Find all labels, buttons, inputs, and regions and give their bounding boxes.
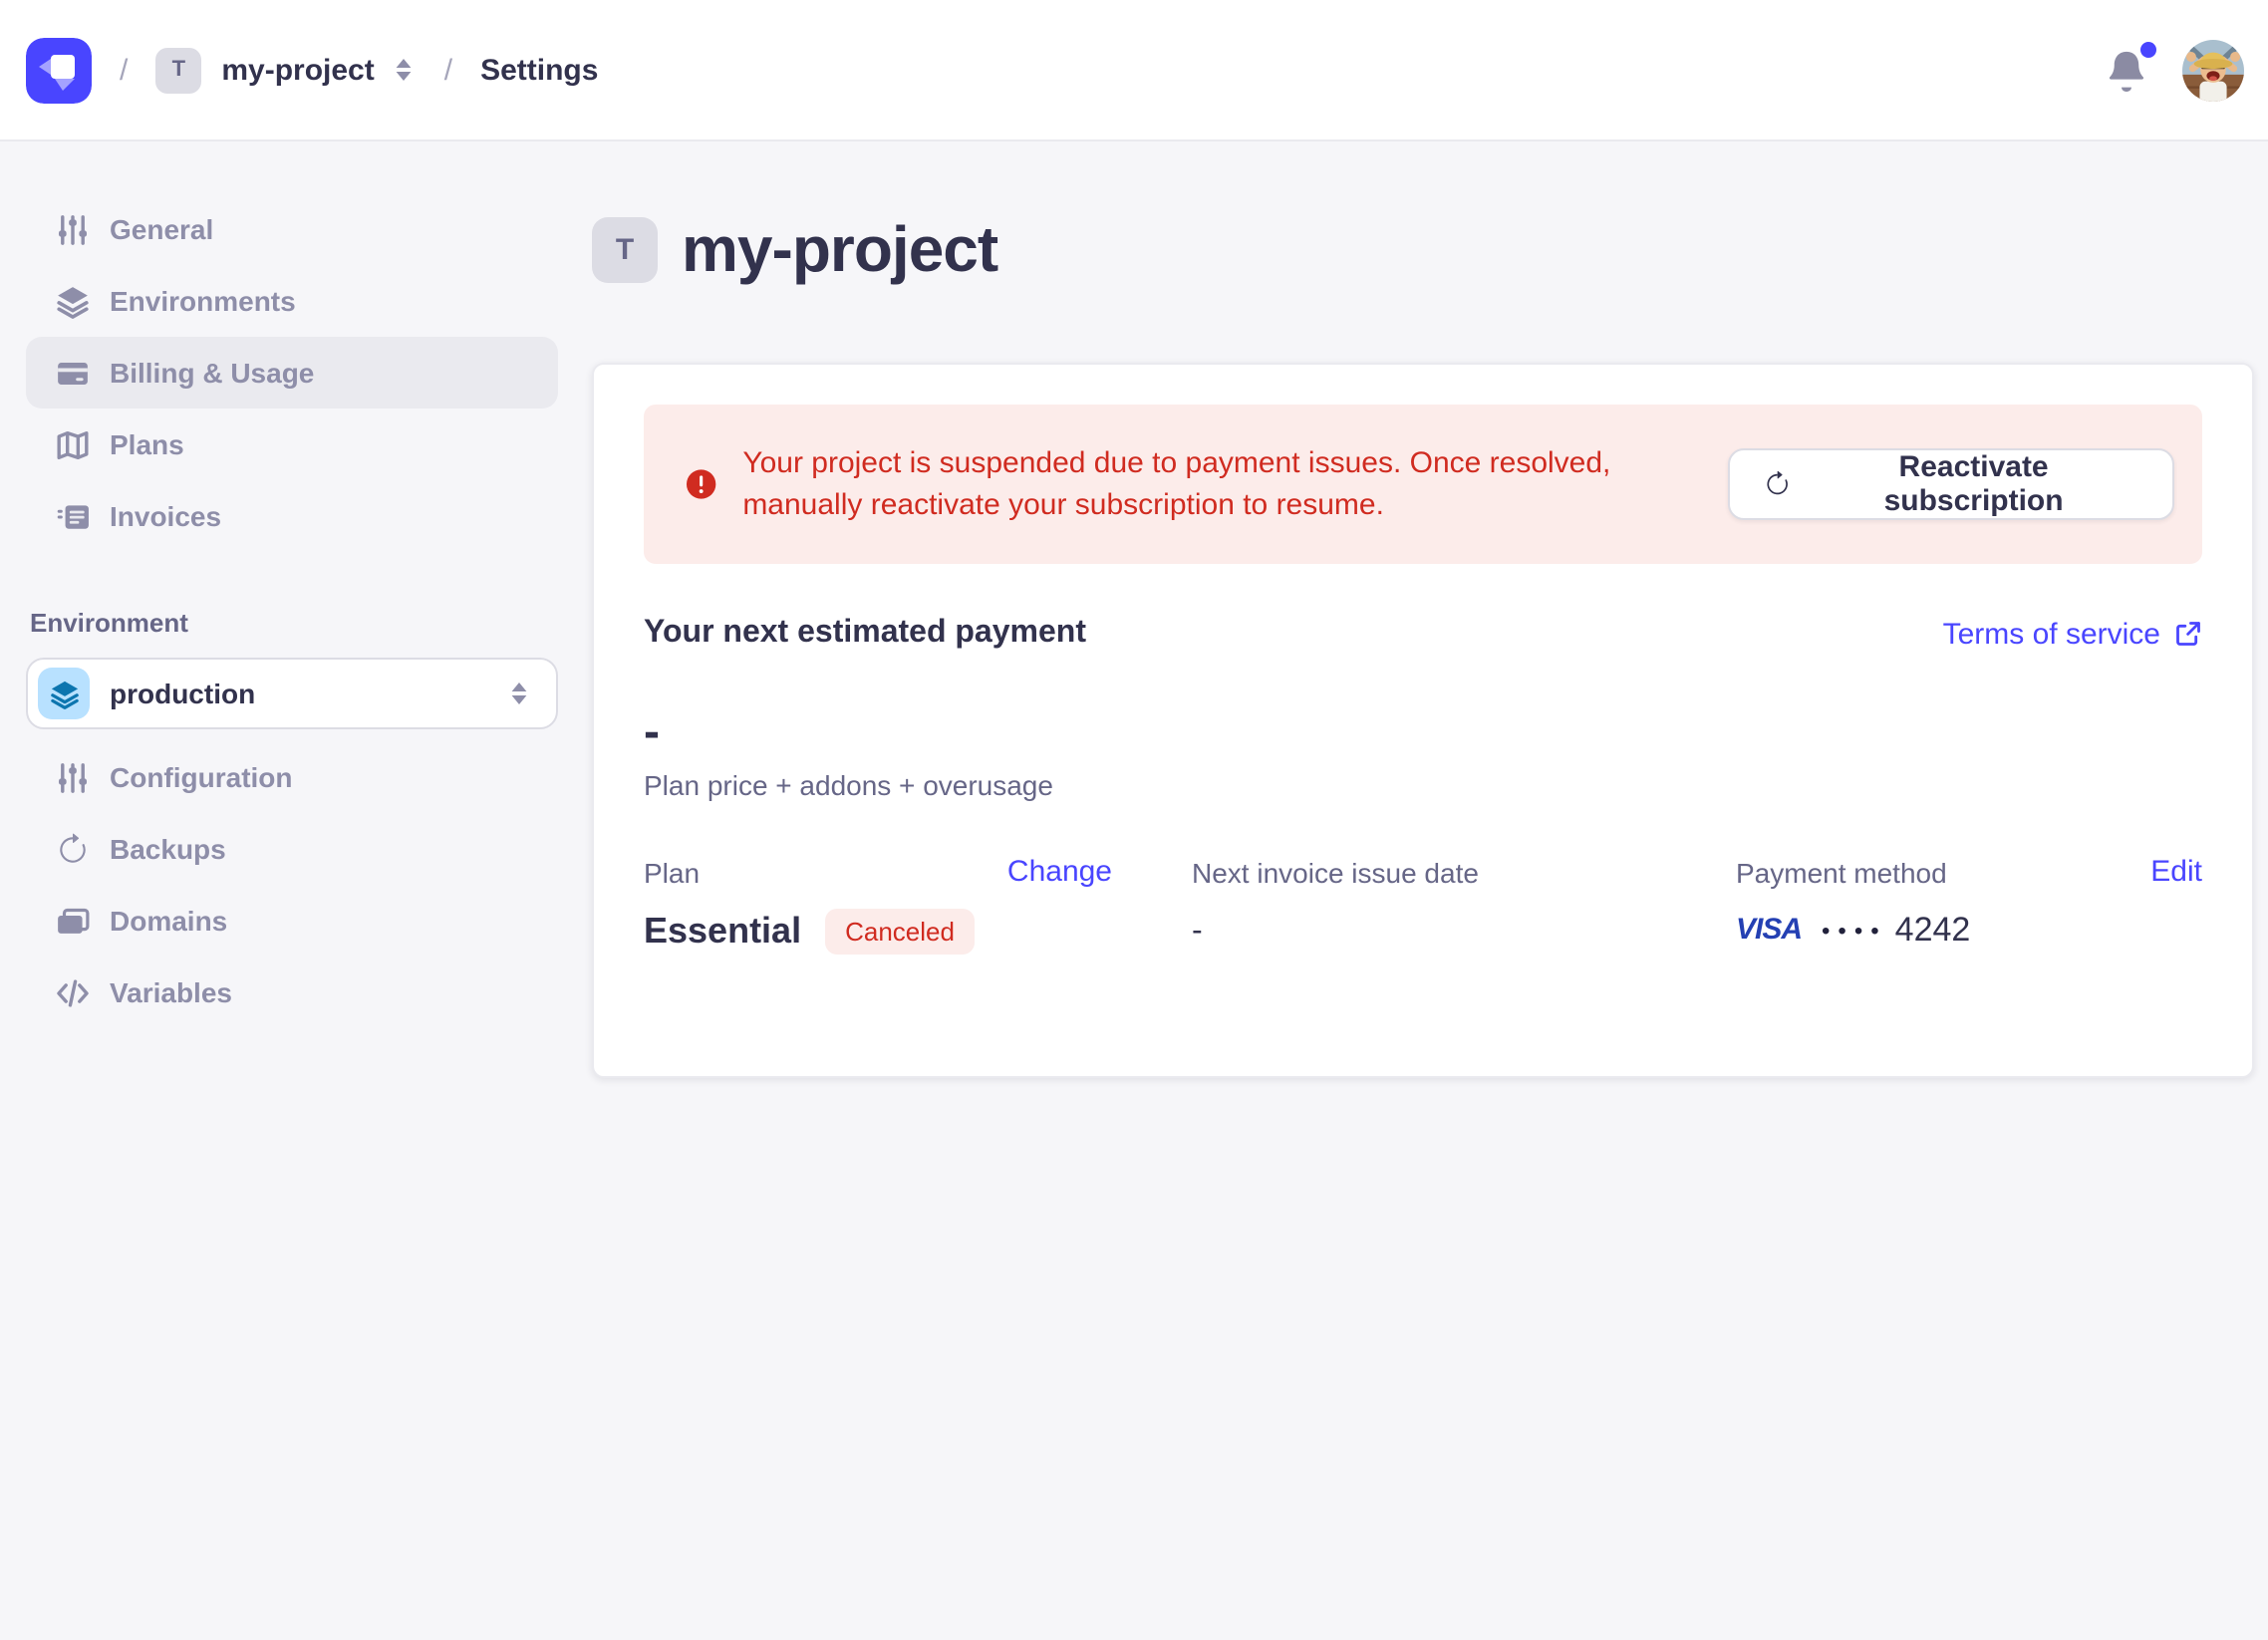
billing-card: Your project is suspended due to payment…	[592, 363, 2254, 1078]
sidebar-item-label: Domains	[110, 905, 227, 937]
environment-icon-badge	[38, 668, 90, 719]
strapi-cloud-logo[interactable]	[26, 37, 92, 103]
settings-sidebar: General Environments Billing & Usage	[0, 141, 584, 1640]
layers-icon	[49, 679, 79, 708]
refresh-icon	[56, 832, 90, 866]
plan-label: Plan	[644, 855, 700, 891]
sidebar-item-configuration[interactable]: Configuration	[26, 741, 558, 813]
sidebar-item-label: Backups	[110, 833, 226, 865]
sort-arrows-icon	[391, 56, 417, 84]
sidebar-item-backups[interactable]: Backups	[26, 813, 558, 885]
payment-method-column: Payment method Edit VISA •••• 4242	[1736, 855, 2202, 955]
topbar-actions	[2105, 39, 2244, 101]
notifications-button[interactable]	[2105, 48, 2148, 92]
terms-link-label: Terms of service	[1943, 617, 2160, 651]
folder-icon	[56, 904, 90, 938]
alert-message: Your project is suspended due to payment…	[742, 442, 1727, 526]
terms-of-service-link[interactable]: Terms of service	[1943, 617, 2202, 651]
main-content: T my-project Your project is suspended d…	[584, 141, 2268, 1640]
breadcrumb-separator: /	[444, 53, 452, 87]
plan-name: Essential	[644, 907, 801, 955]
user-avatar[interactable]	[2182, 39, 2244, 101]
plan-status-badge: Canceled	[825, 908, 975, 954]
suspension-alert: Your project is suspended due to payment…	[644, 405, 2202, 564]
invoice-date-value: -	[1192, 911, 1590, 955]
payment-heading-row: Your next estimated payment Terms of ser…	[644, 616, 2202, 652]
page-body: General Environments Billing & Usage	[0, 141, 2268, 1640]
sidebar-item-environments[interactable]: Environments	[26, 265, 558, 337]
payment-method-label: Payment method	[1736, 855, 1947, 891]
project-header: T my-project	[592, 213, 2254, 287]
avatar-image	[2182, 39, 2244, 101]
map-icon	[56, 427, 90, 461]
breadcrumb-project-name: my-project	[221, 53, 374, 87]
sidebar-item-billing-usage[interactable]: Billing & Usage	[26, 337, 558, 409]
plan-column: Plan Change Essential Canceled	[644, 855, 1112, 955]
edit-payment-link[interactable]: Edit	[2150, 855, 2202, 891]
sidebar-item-plans[interactable]: Plans	[26, 409, 558, 480]
sidebar-item-general[interactable]: General	[26, 193, 558, 265]
amount-formula: Plan price + addons + overusage	[644, 767, 2202, 803]
sidebar-item-label: Invoices	[110, 500, 221, 532]
environment-section-label: Environment	[30, 608, 558, 638]
breadcrumb-settings[interactable]: Settings	[480, 53, 598, 87]
change-plan-link[interactable]: Change	[1007, 855, 1112, 891]
layers-icon	[56, 284, 90, 318]
project-initial-badge: T	[592, 217, 658, 283]
payment-method-value: VISA •••• 4242	[1736, 907, 2202, 955]
reactivate-subscription-button[interactable]: Reactivate subscription	[1728, 448, 2174, 520]
refresh-icon	[1764, 470, 1791, 498]
environment-value: production	[110, 678, 255, 709]
sidebar-item-domains[interactable]: Domains	[26, 885, 558, 957]
card-last4: 4242	[1895, 907, 1971, 955]
environment-select[interactable]: production	[26, 658, 558, 729]
reactivate-button-label: Reactivate subscription	[1809, 450, 2138, 518]
project-initial-badge: T	[155, 47, 201, 93]
billing-details-row: Plan Change Essential Canceled Next invo…	[644, 855, 2202, 955]
sidebar-item-label: Environments	[110, 285, 296, 317]
estimated-amount: -	[644, 707, 2202, 759]
error-icon	[686, 468, 716, 500]
credit-card-icon	[56, 356, 90, 390]
notification-dot	[2140, 42, 2156, 58]
breadcrumb-separator: /	[120, 53, 128, 87]
card-masked-digits: ••••	[1822, 907, 1887, 955]
sidebar-item-label: Plans	[110, 428, 184, 460]
select-arrows-icon	[506, 680, 532, 707]
page-title: my-project	[682, 213, 997, 287]
external-link-icon	[2174, 620, 2202, 648]
sliders-icon	[56, 760, 90, 794]
sidebar-item-label: Configuration	[110, 761, 293, 793]
sidebar-item-variables[interactable]: Variables	[26, 957, 558, 1028]
sidebar-item-invoices[interactable]: Invoices	[26, 480, 558, 552]
next-payment-heading: Your next estimated payment	[644, 616, 1086, 652]
sliders-icon	[56, 212, 90, 246]
sidebar-item-label: General	[110, 213, 213, 245]
app: / T my-project / Settings	[0, 0, 2268, 1640]
environment-nav: Configuration Backups Domains	[26, 741, 558, 1028]
breadcrumb-project-switcher[interactable]: T my-project	[155, 47, 416, 93]
code-icon	[56, 975, 90, 1009]
sidebar-item-label: Billing & Usage	[110, 357, 314, 389]
invoice-column: Next invoice issue date -	[1192, 855, 1590, 955]
invoice-icon	[56, 499, 90, 533]
visa-logo: VISA	[1736, 907, 1802, 955]
topbar: / T my-project / Settings	[0, 0, 2268, 141]
sidebar-item-label: Variables	[110, 976, 232, 1008]
invoice-date-label: Next invoice issue date	[1192, 855, 1590, 891]
